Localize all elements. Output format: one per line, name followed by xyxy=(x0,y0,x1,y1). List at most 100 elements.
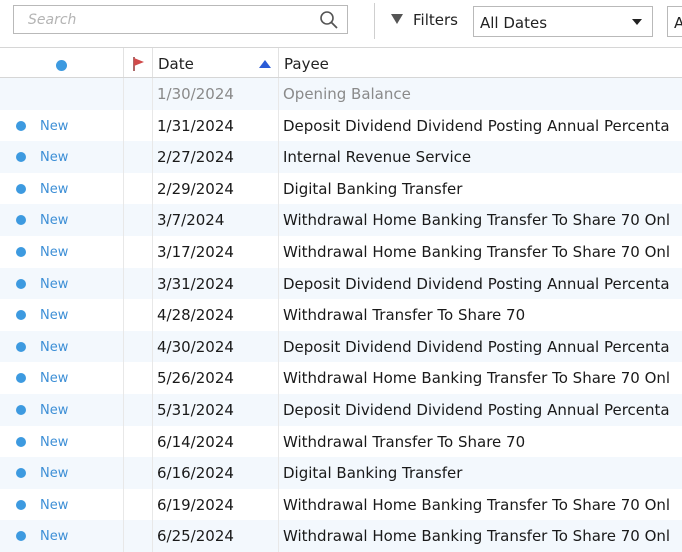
flag-cell[interactable] xyxy=(124,299,153,331)
date-cell[interactable]: 3/7/2024 xyxy=(153,204,279,236)
payee-cell[interactable]: Deposit Dividend Dividend Posting Annual… xyxy=(279,110,682,142)
status-cell[interactable]: New xyxy=(0,330,124,363)
status-cell[interactable]: New xyxy=(0,267,124,300)
flag-cell[interactable] xyxy=(124,78,153,110)
flag-cell[interactable] xyxy=(124,204,153,236)
flag-cell[interactable] xyxy=(124,172,153,205)
status-cell[interactable]: New xyxy=(0,299,124,331)
date-cell[interactable]: 2/29/2024 xyxy=(153,172,279,205)
date-cell[interactable]: 4/28/2024 xyxy=(153,299,279,331)
date-cell[interactable]: 6/25/2024 xyxy=(153,520,279,552)
flag-cell[interactable] xyxy=(124,235,153,268)
table-row[interactable]: New 4/28/2024 Withdrawal Transfer To Share… xyxy=(0,299,682,331)
payee-value: Deposit Dividend Dividend Posting Annual… xyxy=(283,116,670,135)
search-input[interactable] xyxy=(14,6,318,33)
status-cell[interactable]: New xyxy=(0,393,124,426)
column-header-date[interactable]: Date xyxy=(153,48,279,77)
status-cell[interactable]: New xyxy=(0,172,124,205)
table-row[interactable]: New 2/27/2024 Internal Revenue Service xyxy=(0,141,682,173)
date-cell[interactable]: 3/31/2024 xyxy=(153,267,279,300)
status-label: New xyxy=(40,150,69,166)
status-dot-icon xyxy=(16,404,26,415)
toolbar: Filters All Dates A xyxy=(0,0,682,44)
search-box[interactable] xyxy=(13,5,348,34)
status-cell[interactable]: New xyxy=(0,425,124,458)
status-cell[interactable]: New xyxy=(0,457,124,489)
status-dot-icon xyxy=(16,468,26,479)
payee-cell[interactable]: Deposit Dividend Dividend Posting Annual… xyxy=(279,268,682,300)
payee-cell[interactable]: Withdrawal Home Banking Transfer To Shar… xyxy=(279,236,682,268)
date-cell[interactable]: 4/30/2024 xyxy=(153,330,279,363)
date-cell[interactable]: 3/17/2024 xyxy=(153,235,279,268)
transactions-grid: Date Payee 1/30/2024 Opening Balance New 1/… xyxy=(0,47,682,552)
flag-cell[interactable] xyxy=(124,457,153,489)
payee-cell[interactable]: Withdrawal Home Banking Transfer To Shar… xyxy=(279,204,682,236)
status-cell[interactable]: New xyxy=(0,109,124,142)
flag-cell[interactable] xyxy=(124,141,153,173)
table-row[interactable]: New 6/16/2024 Digital Banking Transfer xyxy=(0,457,682,489)
payee-cell[interactable]: Withdrawal Transfer To Share 70 xyxy=(279,299,682,331)
filters-label[interactable]: Filters xyxy=(413,11,458,29)
table-row[interactable]: New 5/26/2024 Withdrawal Home Banking Tran… xyxy=(0,362,682,394)
table-row[interactable]: New 2/29/2024 Digital Banking Transfer xyxy=(0,172,682,205)
payee-cell[interactable]: Withdrawal Home Banking Transfer To Shar… xyxy=(279,362,682,394)
secondary-filter-select[interactable]: A xyxy=(667,6,682,37)
grid-header: Date Payee xyxy=(0,47,682,78)
payee-value: Deposit Dividend Dividend Posting Annual… xyxy=(283,400,670,419)
chevron-down-icon[interactable] xyxy=(632,19,642,25)
payee-cell[interactable]: Deposit Dividend Dividend Posting Annual… xyxy=(279,394,682,426)
payee-cell[interactable]: Digital Banking Transfer xyxy=(279,173,682,205)
flag-cell[interactable] xyxy=(124,330,153,363)
table-row[interactable]: New 6/25/2024 Withdrawal Home Banking Tran… xyxy=(0,520,682,552)
date-value: 5/26/2024 xyxy=(157,369,234,388)
status-cell[interactable]: New xyxy=(0,235,124,268)
table-row[interactable]: New 3/7/2024 Withdrawal Home Banking Trans… xyxy=(0,204,682,236)
table-row[interactable]: New 6/14/2024 Withdrawal Transfer To Share… xyxy=(0,425,682,458)
date-cell[interactable]: 1/31/2024 xyxy=(153,109,279,142)
column-header-flag[interactable] xyxy=(124,48,153,77)
column-header-status[interactable] xyxy=(0,48,124,77)
status-cell[interactable]: New xyxy=(0,141,124,173)
payee-cell[interactable]: Withdrawal Transfer To Share 70 xyxy=(279,426,682,458)
flag-cell[interactable] xyxy=(124,109,153,142)
status-cell[interactable]: New xyxy=(0,204,124,236)
table-row[interactable]: New 5/31/2024 Deposit Dividend Dividend Po… xyxy=(0,393,682,426)
date-value: 6/16/2024 xyxy=(157,464,234,483)
payee-value: Digital Banking Transfer xyxy=(283,464,463,483)
status-cell[interactable]: New xyxy=(0,488,124,521)
table-row[interactable]: New 4/30/2024 Deposit Dividend Dividend Po… xyxy=(0,330,682,363)
date-cell[interactable]: 6/19/2024 xyxy=(153,488,279,521)
search-icon[interactable] xyxy=(319,10,339,30)
status-cell[interactable]: New xyxy=(0,362,124,394)
date-cell[interactable]: 6/16/2024 xyxy=(153,457,279,489)
payee-cell[interactable]: Internal Revenue Service xyxy=(279,141,682,173)
table-row[interactable]: 1/30/2024 Opening Balance xyxy=(0,78,682,110)
date-cell[interactable]: 5/26/2024 xyxy=(153,362,279,394)
column-header-payee[interactable]: Payee xyxy=(279,48,682,77)
flag-cell[interactable] xyxy=(124,488,153,521)
flag-cell[interactable] xyxy=(124,267,153,300)
date-cell[interactable]: 5/31/2024 xyxy=(153,393,279,426)
payee-cell[interactable]: Deposit Dividend Dividend Posting Annual… xyxy=(279,331,682,363)
payee-cell[interactable]: Withdrawal Home Banking Transfer To Shar… xyxy=(279,489,682,521)
status-label: New xyxy=(40,402,69,418)
flag-cell[interactable] xyxy=(124,425,153,458)
flag-cell[interactable] xyxy=(124,393,153,426)
payee-cell[interactable]: Withdrawal Home Banking Transfer To Shar… xyxy=(279,520,682,552)
status-label: New xyxy=(40,308,69,324)
flag-cell[interactable] xyxy=(124,362,153,394)
date-cell[interactable]: 1/30/2024 xyxy=(153,78,279,110)
table-row[interactable]: New 3/31/2024 Deposit Dividend Dividend Po… xyxy=(0,267,682,300)
date-filter-select[interactable]: All Dates xyxy=(473,6,653,37)
filter-icon[interactable] xyxy=(391,14,403,24)
payee-cell[interactable]: Digital Banking Transfer xyxy=(279,457,682,489)
table-row[interactable]: New 1/31/2024 Deposit Dividend Dividend Po… xyxy=(0,109,682,142)
date-cell[interactable]: 2/27/2024 xyxy=(153,141,279,173)
status-cell[interactable]: New xyxy=(0,520,124,552)
table-row[interactable]: New 6/19/2024 Withdrawal Home Banking Tran… xyxy=(0,488,682,521)
status-cell[interactable] xyxy=(0,78,124,110)
payee-cell[interactable]: Opening Balance xyxy=(279,78,682,110)
table-row[interactable]: New 3/17/2024 Withdrawal Home Banking Tran… xyxy=(0,235,682,268)
flag-cell[interactable] xyxy=(124,520,153,552)
date-cell[interactable]: 6/14/2024 xyxy=(153,425,279,458)
